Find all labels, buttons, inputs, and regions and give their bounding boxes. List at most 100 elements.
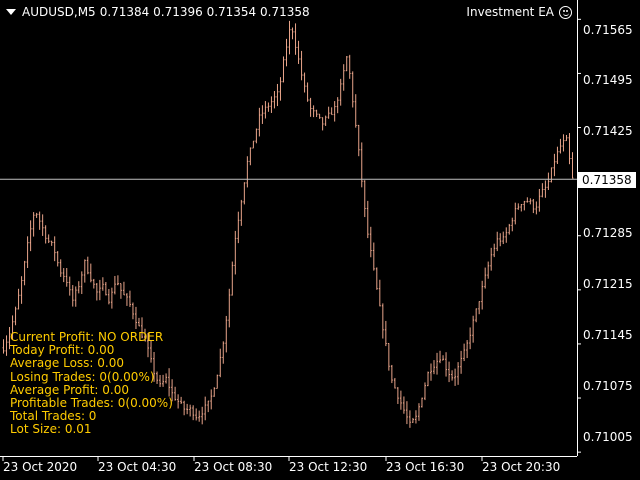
ohlc-bar: [345, 56, 348, 72]
ohlc-bar: [255, 128, 258, 144]
ohlc-bar: [460, 350, 463, 374]
ohlc-bar: [243, 182, 246, 205]
ohlc-bar: [475, 308, 478, 323]
ohlc-bar: [324, 115, 327, 126]
ohlc-bar: [451, 370, 454, 381]
ohlc-bar: [426, 371, 429, 387]
ohlc-bar: [469, 327, 472, 350]
ohlc-bar: [423, 382, 426, 401]
average-loss-text: Average Loss: 0.00: [10, 356, 124, 371]
ohlc-bar: [529, 198, 532, 205]
ohlc-bar: [502, 231, 505, 245]
ohlc-bar: [249, 147, 252, 166]
ohlc-bar: [279, 77, 282, 101]
ohlc-bar: [128, 290, 131, 307]
ohlc-bar: [92, 278, 95, 289]
symbol-header[interactable]: AUDUSD,M5 0.71384 0.71396 0.71354 0.7135…: [6, 5, 310, 19]
ohlc-bar: [348, 54, 351, 79]
ohlc-bar: [192, 405, 195, 421]
ohlc-bar: [285, 38, 288, 67]
ohlc-values: 0.71384 0.71396 0.71354 0.71358: [99, 5, 310, 19]
ohlc-bar: [252, 140, 255, 149]
ohlc-bar: [44, 225, 47, 244]
ohlc-bar: [282, 56, 285, 83]
ohlc-bar: [89, 263, 92, 283]
ohlc-bar: [26, 236, 29, 268]
ohlc-bar: [294, 23, 297, 55]
ohlc-bar: [264, 101, 267, 119]
ohlc-bar: [231, 261, 234, 296]
ohlc-bar: [535, 201, 538, 215]
losing-trades-text: Losing Trades: 0(0.00%): [10, 369, 155, 384]
ohlc-bar: [225, 315, 228, 353]
ohlc-bar: [288, 20, 291, 55]
ohlc-bar: [300, 50, 303, 81]
price-label: 0.71075: [583, 379, 633, 393]
symbol-label: AUDUSD,M5: [22, 5, 96, 19]
ohlc-bar: [312, 105, 315, 118]
ohlc-bar: [538, 188, 541, 212]
ohlc-bar: [113, 275, 116, 295]
ohlc-bar: [393, 377, 396, 389]
ohlc-bar: [315, 109, 318, 118]
ohlc-bar: [342, 64, 345, 91]
time-label: 23 Oct 2020: [3, 460, 78, 474]
ohlc-bar: [14, 306, 17, 326]
ohlc-bar: [291, 27, 294, 40]
ohlc-bar: [493, 243, 496, 258]
ohlc-bar: [417, 403, 420, 421]
ohlc-bar: [41, 214, 44, 236]
ohlc-bar: [414, 410, 417, 424]
ohlc-bar: [363, 180, 366, 218]
ohlc-bar: [544, 180, 547, 198]
time-label: 23 Oct 08:30: [194, 460, 273, 474]
ohlc-bar: [384, 320, 387, 347]
ohlc-bar: [559, 138, 562, 154]
ohlc-bar: [562, 134, 565, 152]
ohlc-bar: [309, 97, 312, 117]
ohlc-bar: [532, 198, 535, 214]
ohlc-bar: [71, 285, 74, 307]
ohlc-bar: [547, 172, 550, 190]
dropdown-triangle-icon[interactable]: [6, 9, 16, 15]
ohlc-bar: [297, 40, 300, 64]
ohlc-bar: [442, 355, 445, 361]
ohlc-bar: [29, 220, 32, 252]
ohlc-bar: [276, 83, 279, 107]
ohlc-bar: [125, 293, 128, 306]
ohlc-bar: [23, 260, 26, 286]
expert-advisor-header[interactable]: Investment EA: [466, 5, 572, 19]
smiley-icon[interactable]: [559, 5, 572, 19]
ohlc-bar: [496, 231, 499, 252]
ohlc-bar: [387, 343, 390, 371]
ohlc-bar: [270, 96, 273, 113]
ohlc-bar: [35, 212, 38, 218]
ohlc-bar: [183, 400, 186, 416]
ohlc-bar: [95, 283, 98, 301]
ohlc-bar: [556, 146, 559, 164]
ohlc-bar: [499, 233, 502, 247]
ohlc-bar: [134, 306, 137, 330]
ohlc-bar: [222, 341, 225, 364]
ohlc-bar: [80, 271, 83, 295]
ohlc-bar: [17, 288, 20, 310]
ohlc-bar: [267, 102, 270, 112]
ohlc-bar: [505, 227, 508, 243]
ohlc-bar: [490, 247, 493, 271]
price-label: 0.71495: [583, 73, 633, 87]
ohlc-bar: [360, 142, 363, 188]
ohlc-bar: [228, 288, 231, 328]
ohlc-bar: [454, 368, 457, 386]
ohlc-bar: [213, 387, 216, 397]
ohlc-bar: [420, 397, 423, 408]
ohlc-bar: [396, 387, 399, 404]
ohlc-bar: [339, 78, 342, 106]
ohlc-bar: [174, 386, 177, 401]
ohlc-bar: [59, 259, 62, 277]
time-label: 23 Oct 04:30: [98, 460, 177, 474]
ohlc-bar: [47, 234, 50, 244]
current-price-tag: 0.71358: [578, 172, 636, 188]
ohlc-bar: [478, 301, 481, 315]
ohlc-bar: [436, 352, 439, 375]
ohlc-bar: [122, 281, 125, 296]
